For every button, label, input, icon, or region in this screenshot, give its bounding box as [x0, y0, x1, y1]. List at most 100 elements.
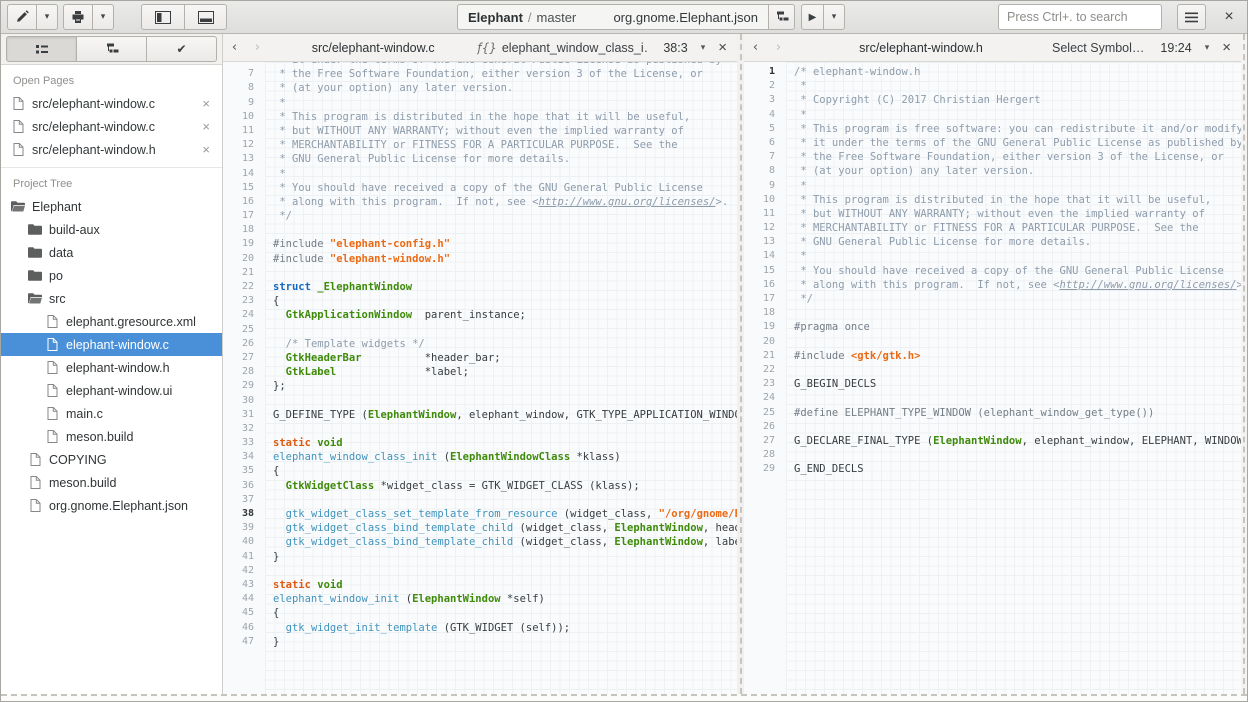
line-number: 4 — [744, 108, 786, 122]
line-number: 45 — [223, 606, 265, 620]
build-pipeline-button[interactable] — [768, 4, 795, 30]
page-options-caret-button[interactable]: ▾ — [701, 43, 706, 53]
tree-item[interactable]: main.c — [1, 402, 222, 425]
right-edge-resize-handle[interactable] — [1241, 34, 1247, 694]
code-line: gtk_widget_class_bind_template_child (wi… — [273, 535, 737, 549]
code-line: /* Template widgets */ — [273, 337, 737, 351]
line-number: 16 — [223, 195, 265, 209]
project-tree-section: Project Tree Elephantbuild-auxdataposrce… — [1, 167, 222, 517]
line-number: 6 — [744, 136, 786, 150]
line-number: 2 — [744, 79, 786, 93]
bottom-panel-resize-handle[interactable] — [1, 694, 1247, 701]
open-page-item[interactable]: src/elephant-window.h× — [1, 138, 222, 161]
document-icon — [11, 120, 25, 133]
run-button[interactable]: ▶ — [801, 4, 824, 30]
nav-back-button[interactable]: ‹ — [744, 40, 767, 55]
line-number: 35 — [223, 464, 265, 478]
code-editor-left[interactable]: 6789101112131415161718192021222324252627… — [223, 62, 737, 694]
hamburger-icon — [1185, 12, 1198, 23]
symbol-selector-button[interactable]: ƒ{} elephant_window_class_i… — [477, 41, 647, 55]
open-page-item[interactable]: src/elephant-window.c× — [1, 92, 222, 115]
tree-item[interactable]: data — [1, 241, 222, 264]
tree-item[interactable]: elephant.gresource.xml — [1, 310, 222, 333]
code-line: { — [273, 294, 737, 308]
open-pages-view-button[interactable] — [6, 36, 77, 62]
edit-mode-caret-button[interactable]: ▾ — [36, 4, 58, 30]
line-number: 20 — [744, 335, 786, 349]
build-targets-view-button[interactable] — [76, 36, 147, 62]
close-page-button[interactable]: × — [199, 119, 213, 134]
tree-item[interactable]: meson.build — [1, 425, 222, 448]
tree-item[interactable]: elephant-window.h — [1, 356, 222, 379]
line-number: 10 — [223, 110, 265, 124]
code-line — [273, 223, 737, 237]
nav-forward-button[interactable]: › — [246, 40, 269, 55]
tree-item[interactable]: elephant-window.ui — [1, 379, 222, 402]
code-line: */ — [273, 209, 737, 223]
line-number: 13 — [744, 235, 786, 249]
list-icon — [35, 43, 49, 55]
tree-item[interactable]: meson.build — [1, 471, 222, 494]
line-number: 27 — [223, 351, 265, 365]
tree-item[interactable]: po — [1, 264, 222, 287]
edit-mode-button[interactable] — [7, 4, 37, 30]
code-line: * it under the terms of the GNU General … — [794, 136, 1241, 150]
run-options-caret-button[interactable]: ▾ — [823, 4, 845, 30]
page-options-caret-button[interactable]: ▾ — [1205, 43, 1210, 53]
tree-item[interactable]: src — [1, 287, 222, 310]
line-number: 12 — [744, 221, 786, 235]
code-line — [794, 306, 1241, 320]
line-number: 46 — [223, 621, 265, 635]
folder-icon — [28, 247, 42, 258]
close-page-button[interactable]: × — [718, 39, 727, 56]
build-split-button: ▾ — [63, 4, 114, 30]
code-line: G_DEFINE_TYPE (ElephantWindow, elephant_… — [273, 408, 737, 422]
todo-view-button[interactable]: ✔ — [146, 36, 217, 62]
line-number: 42 — [223, 564, 265, 578]
code-editor-right[interactable]: 1234567891011121314151617181920212223242… — [744, 62, 1241, 694]
code-area[interactable]: /* elephant-window.h * * Copyright (C) 2… — [786, 62, 1241, 694]
tree-item-label: meson.build — [66, 430, 133, 444]
tree-item[interactable]: org.gnome.Elephant.json — [1, 494, 222, 517]
tree-item[interactable]: elephant-window.c — [1, 333, 222, 356]
project-tree-section-label: Project Tree — [1, 168, 222, 195]
tree-item[interactable]: Elephant — [1, 195, 222, 218]
code-line: * This program is free software: you can… — [794, 122, 1241, 136]
symbol-selector-button[interactable]: Select Symbol… — [1052, 41, 1144, 55]
global-search-input[interactable] — [998, 4, 1162, 30]
open-page-item[interactable]: src/elephant-window.c× — [1, 115, 222, 138]
tree-item[interactable]: COPYING — [1, 448, 222, 471]
panel-toggle-group — [141, 4, 227, 30]
code-line: */ — [794, 292, 1241, 306]
nav-back-button[interactable]: ‹ — [223, 40, 246, 55]
line-number: 47 — [223, 635, 265, 649]
line-number: 3 — [744, 93, 786, 107]
line-number: 41 — [223, 550, 265, 564]
left-panel-toggle-button[interactable] — [141, 4, 185, 30]
line-number: 18 — [744, 306, 786, 320]
build-button[interactable] — [63, 4, 93, 30]
document-icon — [45, 361, 59, 374]
sidebar-view-switcher: ✔ — [1, 34, 222, 65]
menu-button[interactable] — [1177, 4, 1206, 30]
build-pipeline-button-box — [768, 4, 795, 30]
nav-forward-button[interactable]: › — [767, 40, 790, 55]
close-page-button[interactable]: × — [199, 142, 213, 157]
code-line — [273, 394, 737, 408]
tree-item[interactable]: build-aux — [1, 218, 222, 241]
pane-resize-handle[interactable] — [737, 34, 744, 694]
close-page-button[interactable]: × — [199, 96, 213, 111]
build-caret-button[interactable]: ▾ — [92, 4, 114, 30]
code-line: { — [273, 464, 737, 478]
line-number: 31 — [223, 408, 265, 422]
code-line: * (at your option) any later version. — [794, 164, 1241, 178]
code-line: * — [794, 108, 1241, 122]
code-line: #pragma once — [794, 320, 1241, 334]
bottom-panel-toggle-button[interactable] — [184, 4, 227, 30]
code-area[interactable]: * it under the terms of the GNU General … — [265, 62, 737, 694]
line-number: 17 — [744, 292, 786, 306]
omnibar[interactable]: Elephant / master org.gnome.Elephant.jso… — [457, 4, 769, 30]
window-close-button[interactable]: × — [1215, 4, 1243, 30]
close-page-button[interactable]: × — [1222, 39, 1231, 56]
folder-icon — [28, 270, 42, 281]
